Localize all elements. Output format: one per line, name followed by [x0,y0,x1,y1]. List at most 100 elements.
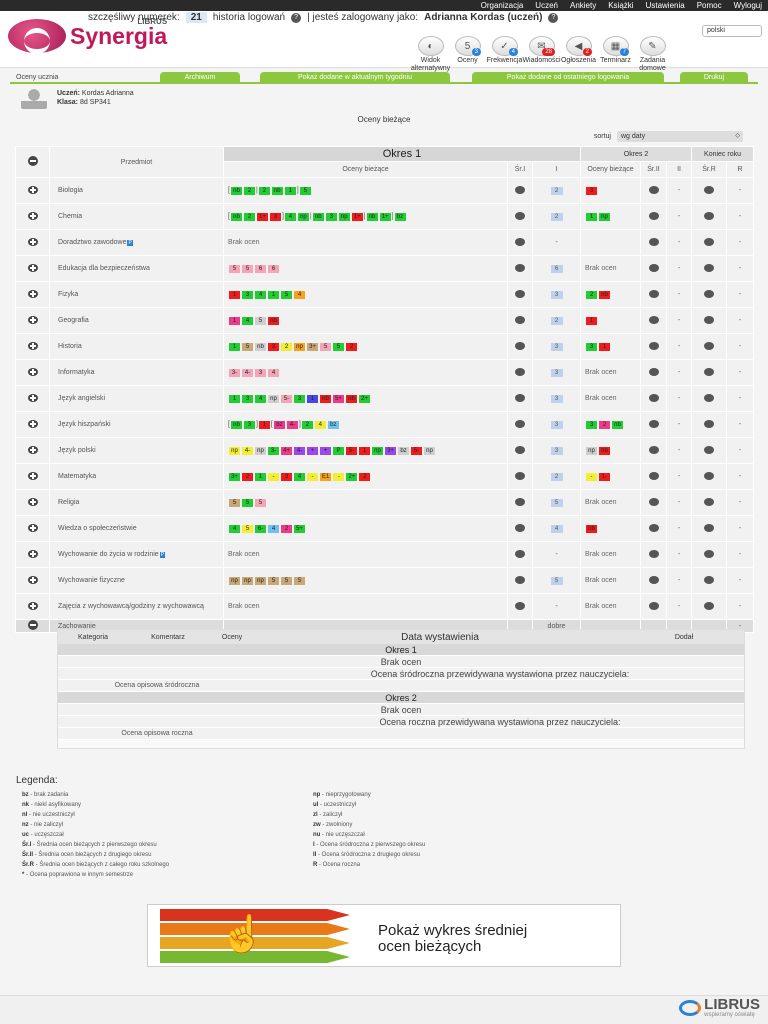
expand-cell[interactable] [15,567,50,594]
help-icon[interactable] [704,185,715,194]
grade-badge[interactable]: 3 [325,212,337,221]
minus-icon[interactable] [27,620,38,630]
help-icon[interactable] [648,237,659,246]
grade-badge[interactable]: 6 [255,264,266,273]
grade-badge[interactable]: 1 [268,290,279,299]
grade-badge[interactable]: 4 [294,472,305,481]
grade-badge[interactable]: 4 [314,420,326,429]
grade-badge[interactable]: 5 [294,576,305,585]
grade-badge[interactable]: 1 [229,316,240,325]
help-icon[interactable] [704,367,715,376]
grade-badge[interactable]: nb [230,186,242,195]
topnav-item-6[interactable]: Wyloguj [734,1,762,10]
help-icon[interactable] [704,497,715,506]
grade-badge[interactable]: E1 [320,472,332,481]
plus-icon[interactable] [27,237,38,246]
expand-cell[interactable] [15,437,50,464]
help-icon[interactable] [515,497,525,506]
help-icon[interactable] [648,497,659,506]
expand-cell[interactable] [15,255,50,282]
grade-badge[interactable]: 2 [243,212,255,221]
expand-cell[interactable] [15,515,50,542]
help-icon[interactable] [515,315,525,324]
grade-badge[interactable]: 3 [281,472,292,481]
grade-badge[interactable]: 1 [229,290,240,299]
grade-badge[interactable]: nb [599,290,610,299]
topnav-item-3[interactable]: Książki [608,1,633,10]
grade-badge[interactable]: 4 [229,524,240,533]
help-icon[interactable] [648,445,659,454]
grade-badge[interactable]: nb [599,446,610,455]
grade-badge[interactable]: 2 [599,420,610,429]
grade-badge[interactable]: 4 [255,394,266,403]
help-icon[interactable] [515,523,525,532]
help-icon[interactable] [515,601,525,610]
grade-badge[interactable]: np [338,212,350,221]
grade-badge[interactable]: - [333,472,345,481]
grade-badge[interactable]: - [268,472,279,481]
grade-badge[interactable]: np [255,576,266,585]
grade-badge[interactable]: 4 [284,212,296,221]
topnav-item-4[interactable]: Ustawienia [646,1,685,10]
help-icon[interactable] [515,289,525,298]
grade-badge[interactable]: np [372,446,383,455]
grade-badge[interactable]: np [599,212,610,221]
plus-icon[interactable] [27,393,38,402]
grade-badge[interactable]: 2 [346,342,357,351]
help-icon[interactable] [648,419,659,428]
grade-badge[interactable]: 5 [242,498,253,507]
grade-badge[interactable]: 5 [242,342,253,351]
grade-badge[interactable]: 2+ [346,472,358,481]
help-icon[interactable] [648,211,659,220]
grade-badge[interactable]: 3+ [229,472,240,481]
grade-badge[interactable]: 4- [242,368,253,377]
grade-badge[interactable]: 5 [281,576,292,585]
help-icon[interactable] [704,575,715,584]
grade-badge[interactable]: np [294,342,305,351]
help-icon[interactable] [704,393,715,402]
grade-badge[interactable]: 5- [281,394,292,403]
plus-icon[interactable] [27,549,38,558]
grade-badge[interactable]: 3 [243,420,255,429]
nav-button-3[interactable]: ✉ 28 Wiadomości [522,36,561,73]
grade-badge[interactable]: np [297,212,309,221]
topnav-item-5[interactable]: Pomoc [697,1,722,10]
archive-button[interactable]: Archiwum [160,72,240,83]
expand-cell[interactable] [15,541,50,568]
plus-icon[interactable] [27,497,38,506]
help-icon[interactable] [704,445,715,454]
help-icon[interactable] [515,341,525,350]
plus-icon[interactable] [27,211,38,220]
grade-badge[interactable]: np [229,446,240,455]
grade-badge[interactable]: 4+ [281,446,292,455]
help-icon[interactable] [704,471,715,480]
grade-badge[interactable]: 1 [359,446,370,455]
grade-badge[interactable]: 1+ [256,212,268,221]
help-icon[interactable]: ? [291,12,302,23]
grade-badge[interactable]: nb [230,212,242,221]
help-icon[interactable] [704,263,715,272]
grade-badge[interactable]: 3 [586,342,597,351]
grade-badge[interactable]: bz [398,446,409,455]
plus-icon[interactable] [27,471,38,480]
plus-icon[interactable] [27,263,38,272]
grade-badge[interactable]: 4- [294,446,305,455]
nav-button-2[interactable]: ✓ 4 Frekwencja [486,36,523,73]
grade-badge[interactable]: 2 [281,342,292,351]
grade-badge[interactable]: 1 [307,394,318,403]
help-icon[interactable] [515,419,525,428]
nav-button-4[interactable]: ◀ 2 Ogłoszenia [560,36,597,73]
help-icon[interactable] [704,211,715,220]
help-icon[interactable] [648,575,659,584]
expand-cell[interactable] [15,411,50,438]
grade-badge[interactable]: 1 [599,342,610,351]
plus-icon[interactable] [27,419,38,428]
plus-icon[interactable] [27,575,38,584]
help-icon[interactable] [648,185,659,194]
help-icon[interactable] [515,211,525,220]
help-icon[interactable]: ? [548,12,559,23]
plus-icon[interactable] [27,523,38,532]
help-icon[interactable] [515,367,525,376]
help-icon[interactable] [704,341,715,350]
help-icon[interactable] [704,549,715,558]
